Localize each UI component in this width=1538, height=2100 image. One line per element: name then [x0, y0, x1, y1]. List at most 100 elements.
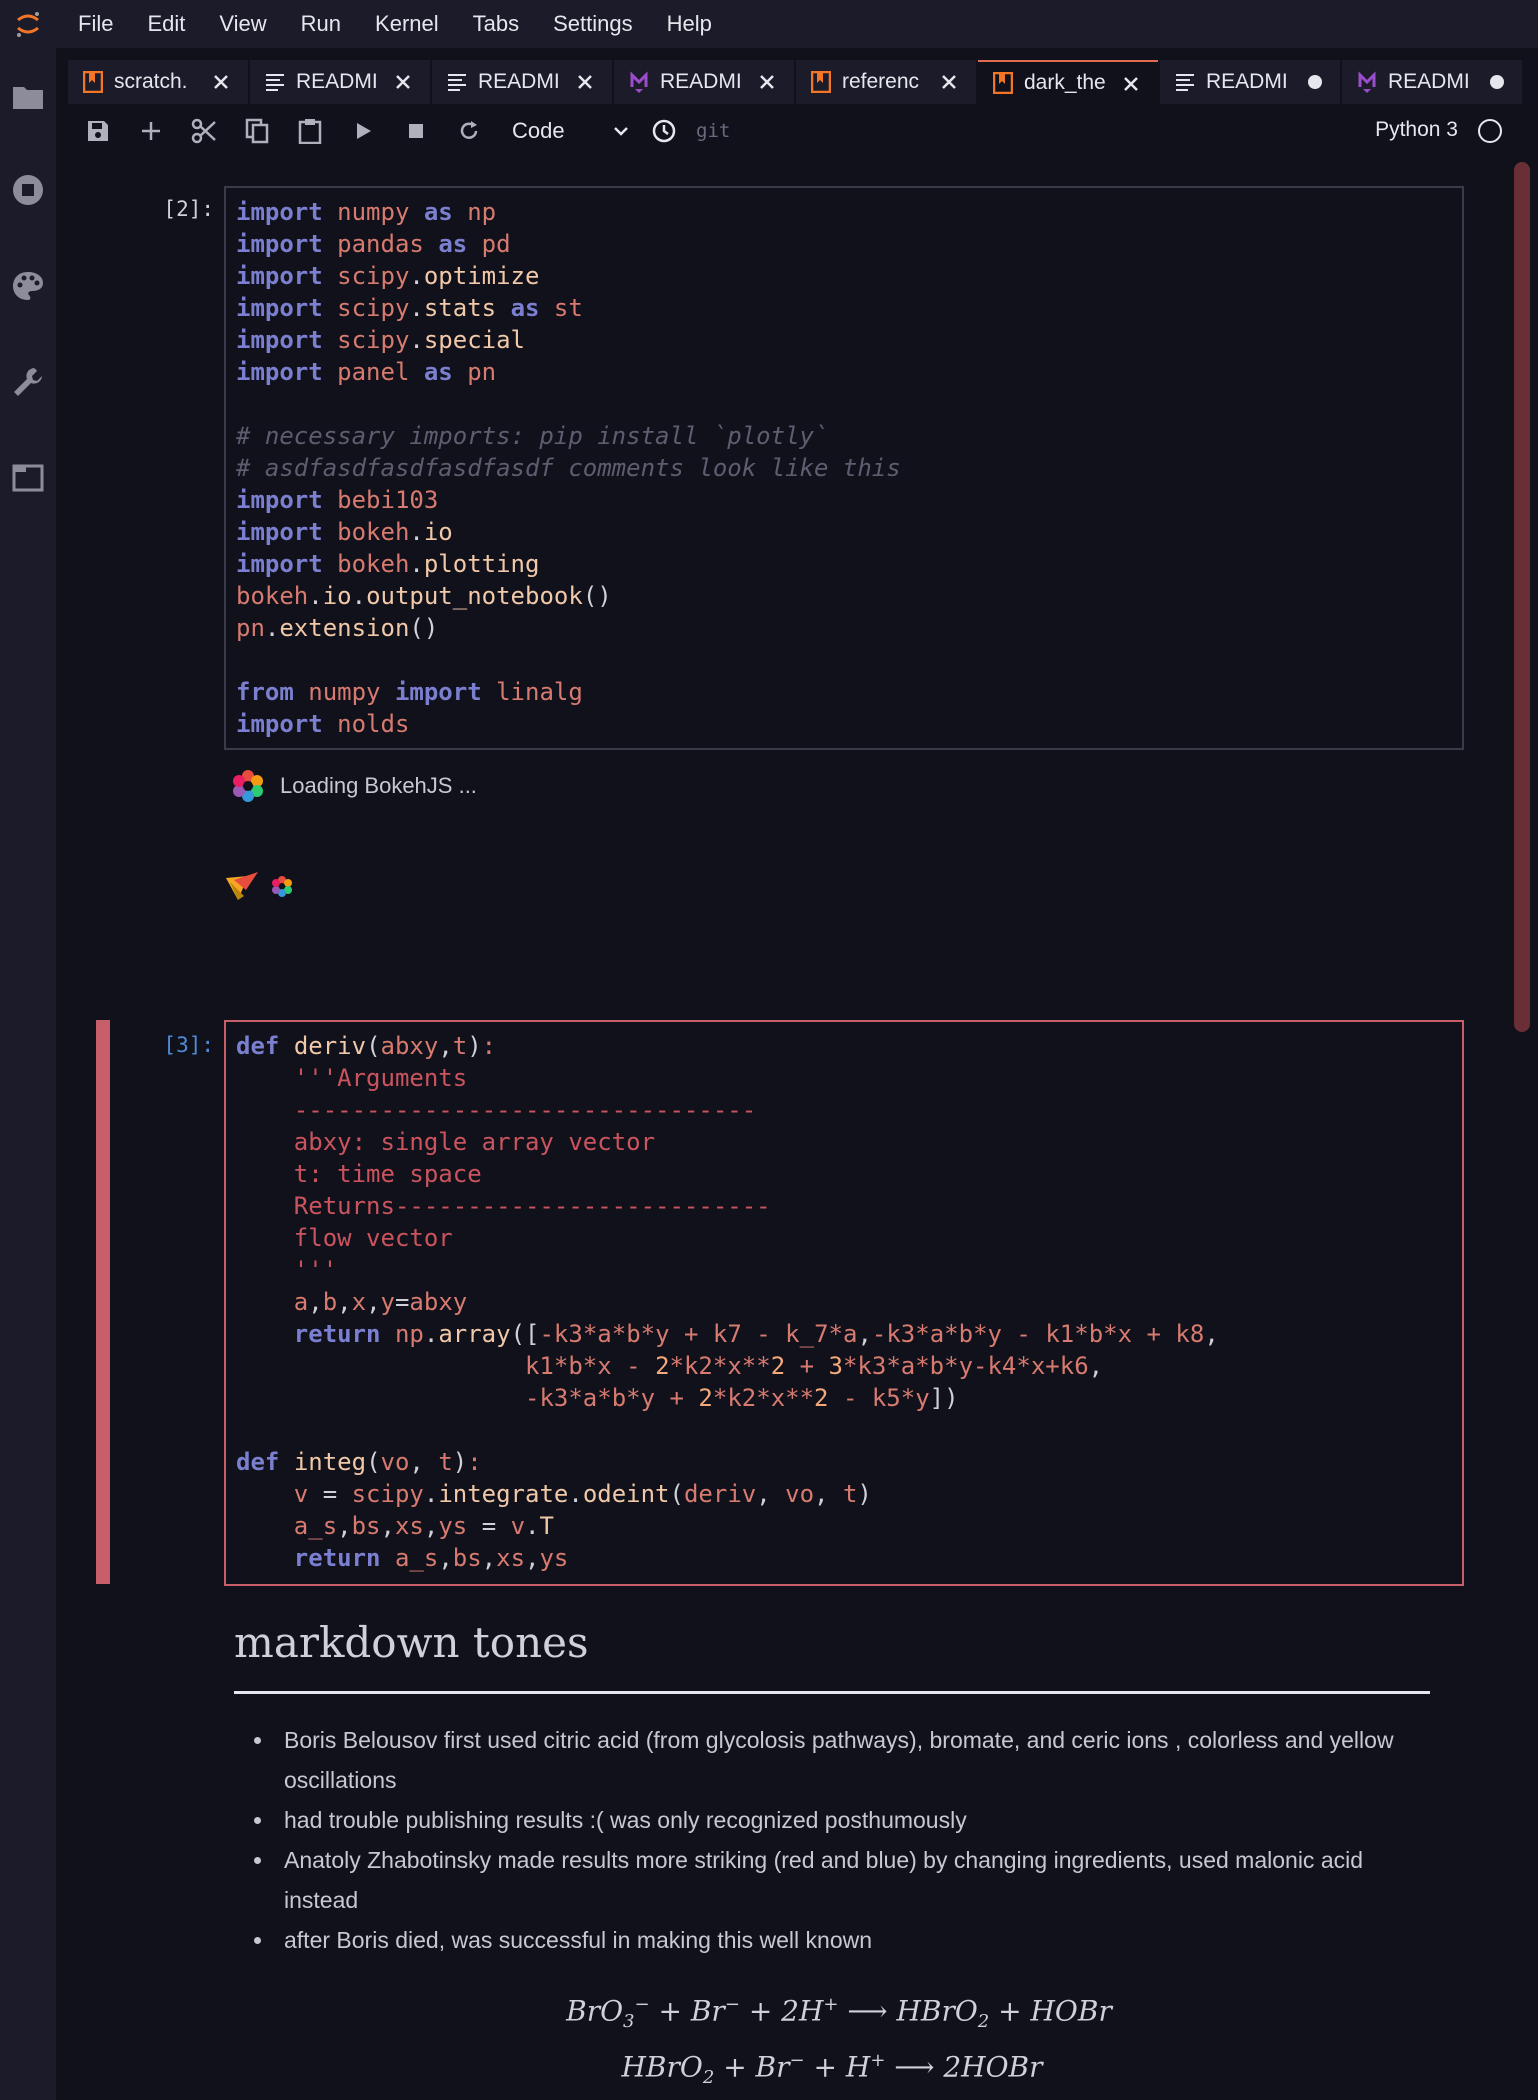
tab-2[interactable]: READMI: [432, 60, 612, 104]
wrench-icon[interactable]: [8, 362, 48, 402]
add-cell-icon[interactable]: [129, 109, 173, 153]
code-line: abxy: single array vector: [236, 1128, 656, 1156]
menu-run[interactable]: Run: [301, 11, 341, 37]
list-item: Boris Belousov first used citric acid (f…: [234, 1720, 1430, 1800]
menu-settings[interactable]: Settings: [553, 11, 633, 37]
close-icon[interactable]: [392, 71, 414, 93]
code-line: ​: [236, 644, 1452, 676]
kernel-name[interactable]: Python 3: [1375, 118, 1458, 142]
tab-3[interactable]: READMI: [614, 60, 794, 104]
cell-prompt: [2]:: [163, 197, 214, 221]
markdown-cell[interactable]: markdown tones Boris Belousov first used…: [234, 1618, 1430, 2090]
tabs-panel-icon[interactable]: [8, 458, 48, 498]
copy-icon[interactable]: [235, 109, 279, 153]
scrollbar[interactable]: [1514, 162, 1530, 1032]
tab-5[interactable]: dark_the: [978, 60, 1158, 104]
equation-1: BrO3− + Br− + 2H+ ⟶ HBrO2 + HOBr: [566, 1994, 1112, 2032]
cell-type-label: Code: [512, 118, 565, 143]
folder-icon[interactable]: [8, 77, 48, 117]
tab-6[interactable]: READMI: [1160, 60, 1340, 104]
menu-file[interactable]: File: [78, 11, 113, 37]
tab-4[interactable]: referenc: [796, 60, 976, 104]
menu-help[interactable]: Help: [667, 11, 712, 37]
menu-kernel[interactable]: Kernel: [375, 11, 439, 37]
list-item: had trouble publishing results :( was on…: [234, 1800, 1430, 1840]
code-line: v = scipy.integrate.odeint(deriv, vo, t): [293, 1480, 872, 1508]
code-line: import panel as pn: [236, 358, 497, 386]
git-label[interactable]: git: [696, 120, 730, 142]
tab-label: scratch.: [114, 70, 188, 93]
menu-view[interactable]: View: [219, 11, 266, 37]
code-line: import bokeh.plotting: [236, 550, 540, 578]
close-icon[interactable]: [1120, 73, 1142, 95]
code-line: import pandas as pd: [236, 230, 511, 258]
restart-icon[interactable]: [447, 109, 491, 153]
list-item: Anatoly Zhabotinsky made results more st…: [234, 1840, 1430, 1920]
notebook-toolbar: Code git Python 3: [68, 106, 1538, 156]
bokeh-loading-output: Loading BokehJS ...: [230, 768, 477, 804]
code-line: '''Arguments: [236, 1064, 468, 1092]
unsaved-dot-icon[interactable]: [1490, 75, 1504, 89]
cut-icon[interactable]: [182, 109, 226, 153]
kernel-status-icon: [1478, 119, 1502, 143]
interrupt-icon[interactable]: [394, 109, 438, 153]
code-line: k1*b*x - 2*k2*x**2 + 3*k3*a*b*y-k4*x+k6,: [524, 1352, 1104, 1380]
tab-label: referenc: [842, 70, 920, 93]
code-line: Returns--------------------------: [236, 1192, 771, 1220]
code-line: from numpy import linalg: [236, 678, 583, 706]
cell-type-select[interactable]: Code: [500, 118, 630, 144]
menu-bar: File Edit View Run Kernel Tabs Settings …: [0, 0, 1538, 48]
code-line: def integ(vo, t):: [236, 1448, 482, 1476]
markdown-heading: markdown tones: [234, 1618, 1430, 1694]
tab-7[interactable]: READMI: [1342, 60, 1522, 104]
code-line: import scipy.optimize: [236, 262, 540, 290]
tab-label: READMI: [660, 70, 742, 93]
code-line: import numpy as np: [236, 198, 497, 226]
tab-1[interactable]: READMI: [250, 60, 430, 104]
equation-2: HBrO2 + Br− + H+ ⟶ 2HOBr: [621, 2050, 1043, 2088]
jupyter-logo-icon[interactable]: [0, 0, 56, 48]
running-stop-icon[interactable]: [8, 170, 48, 210]
markdown-icon: [1356, 71, 1378, 93]
code-line: pn.extension(): [236, 614, 439, 642]
code-line: def deriv(abxy,t):: [236, 1032, 497, 1060]
code-cell-input[interactable]: def deriv(abxy,t): '''Arguments --------…: [224, 1020, 1464, 1586]
text-file-icon: [446, 71, 468, 93]
left-sidebar: [0, 48, 56, 2100]
chevron-down-icon: [614, 127, 628, 136]
tab-label: READMI: [1206, 70, 1288, 93]
code-line: ​: [236, 1414, 1452, 1446]
close-icon[interactable]: [574, 71, 596, 93]
palette-icon[interactable]: [8, 266, 48, 306]
code-line: return np.array([-k3*a*b*y + k7 - k_7*a,…: [293, 1320, 1219, 1348]
code-line: -k3*a*b*y + 2*k2*x**2 - k5*y]): [524, 1384, 959, 1412]
code-line: a,b,x,y=abxy: [293, 1288, 468, 1316]
tab-label: READMI: [296, 70, 378, 93]
bokeh-spinner-icon: [233, 770, 263, 802]
code-line: return a_s,bs,xs,ys: [293, 1544, 569, 1572]
run-icon[interactable]: [341, 109, 385, 153]
clock-icon[interactable]: [642, 109, 686, 153]
close-icon[interactable]: [938, 71, 960, 93]
paste-icon[interactable]: [288, 109, 332, 153]
unsaved-dot-icon[interactable]: [1308, 75, 1322, 89]
text-file-icon: [264, 71, 286, 93]
code-line: a_s,bs,xs,ys = v.T: [293, 1512, 554, 1540]
text-file-icon: [1174, 71, 1196, 93]
code-line: import scipy.stats as st: [236, 294, 583, 322]
loading-text: Loading BokehJS ...: [280, 773, 477, 798]
document-tab-bar: scratch. READMI READMI READMI referenc dark_t…: [68, 60, 1538, 104]
close-icon[interactable]: [756, 71, 778, 93]
code-cell-input[interactable]: import numpy as np import pandas as pd imp…: [224, 186, 1464, 750]
save-icon[interactable]: [76, 109, 120, 153]
code-line: # necessary imports: pip install `plotly…: [236, 422, 829, 450]
menu-tabs[interactable]: Tabs: [473, 11, 519, 37]
close-icon[interactable]: [210, 71, 232, 93]
markdown-list: Boris Belousov first used citric acid (f…: [234, 1720, 1430, 1960]
tab-0[interactable]: scratch.: [68, 60, 248, 104]
code-line: # asdfasdfasdfasdfasdf comments look lik…: [236, 454, 901, 482]
cell-prompt: [3]:: [163, 1033, 214, 1057]
code-line: ''': [236, 1256, 338, 1284]
notebook-icon: [810, 71, 832, 93]
menu-edit[interactable]: Edit: [147, 11, 185, 37]
